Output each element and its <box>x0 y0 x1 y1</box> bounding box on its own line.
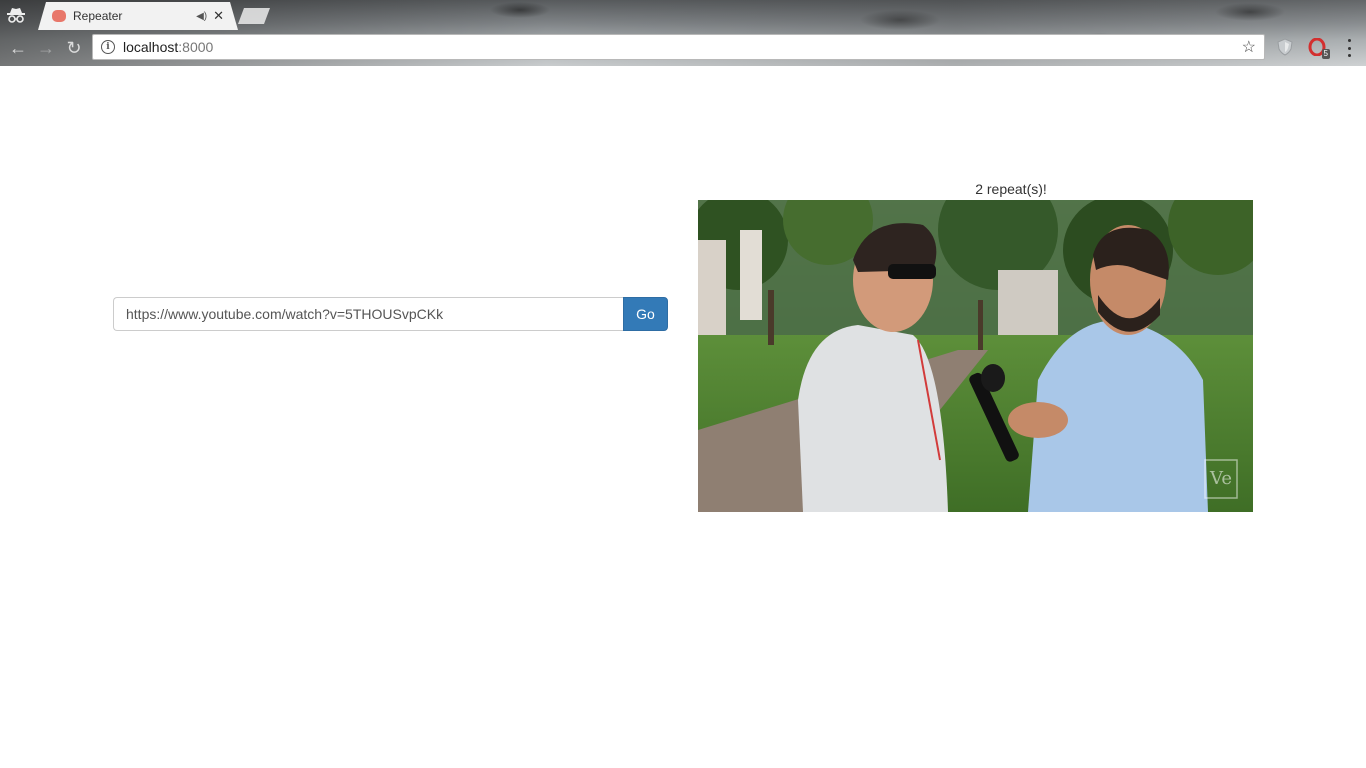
page-content: Go 2 repeat(s)! <box>0 66 1366 768</box>
incognito-icon <box>7 8 25 23</box>
close-icon[interactable]: ✕ <box>213 8 224 24</box>
reload-icon: ↻ <box>66 37 82 58</box>
extension-badge: 5 <box>1321 49 1330 59</box>
video-frame <box>698 200 1253 512</box>
info-icon[interactable]: i <box>101 40 115 54</box>
url-port: :8000 <box>178 39 214 55</box>
browser-toolbar: ← → ↻ i localhost:8000 ☆ 5 <box>0 30 1366 66</box>
reload-button[interactable]: ↻ <box>62 36 86 60</box>
arrow-left-icon: ← <box>9 37 27 58</box>
speaker-icon[interactable]: ◀) <box>196 11 207 22</box>
video-watermark: Ve <box>1210 468 1232 489</box>
address-bar[interactable]: i localhost:8000 ☆ <box>92 34 1265 60</box>
video-url-form: Go <box>113 297 668 331</box>
browser-tab-repeater[interactable]: Repeater ◀) ✕ <box>38 2 238 30</box>
shield-icon[interactable] <box>1276 38 1294 56</box>
repeat-count-label: 2 repeat(s)! <box>975 181 1047 197</box>
video-player[interactable]: Ve <box>698 200 1253 512</box>
go-button[interactable]: Go <box>623 297 668 331</box>
forward-button[interactable]: → <box>34 36 58 60</box>
more-vert-icon[interactable] <box>1346 39 1352 57</box>
browser-chrome: Repeater ◀) ✕ ← → ↻ i localhost:8000 ☆ 5 <box>0 0 1366 66</box>
arrow-right-icon: → <box>37 37 55 58</box>
star-icon[interactable]: ☆ <box>1242 37 1256 57</box>
url-host: localhost <box>123 39 179 55</box>
opera-extension-button[interactable]: 5 <box>1308 37 1330 59</box>
back-button[interactable]: ← <box>6 36 30 60</box>
tab-title: Repeater <box>73 9 123 23</box>
video-url-input[interactable] <box>113 297 623 331</box>
eraser-icon <box>52 10 66 22</box>
